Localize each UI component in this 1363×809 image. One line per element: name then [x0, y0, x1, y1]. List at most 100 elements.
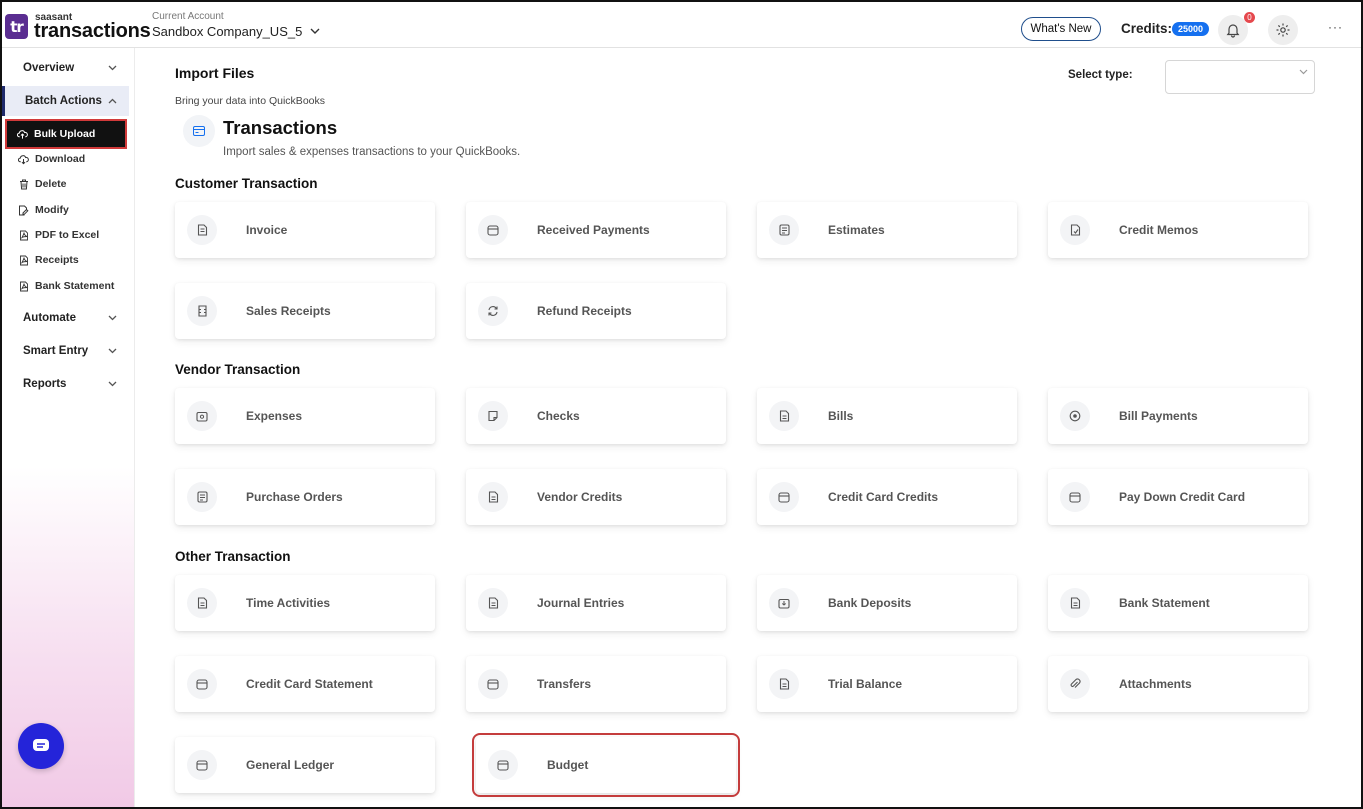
- card-label: Bank Deposits: [828, 596, 912, 610]
- select-type-label: Select type:: [1068, 69, 1133, 81]
- card-invoice[interactable]: Invoice: [175, 202, 435, 258]
- card-label: Budget: [547, 758, 589, 772]
- card-label: Time Activities: [246, 596, 331, 610]
- receipt-icon: [187, 296, 217, 326]
- card-label: Bank Statement: [1119, 596, 1210, 610]
- credits-badge: 25000: [1172, 22, 1210, 36]
- sidebar-item-delete[interactable]: Delete: [18, 174, 67, 194]
- account-selector[interactable]: Sandbox Company_US_5: [152, 24, 320, 39]
- document-icon: [187, 215, 217, 245]
- card-label: Pay Down Credit Card: [1119, 490, 1246, 504]
- trash-icon: [18, 179, 29, 190]
- card-label: Journal Entries: [537, 596, 625, 610]
- current-account-label: Current Account: [152, 11, 224, 22]
- sidebar-item-bank-statement[interactable]: Bank Statement: [18, 276, 114, 296]
- card-label: Transfers: [537, 677, 592, 691]
- sidebar-group-overview[interactable]: Overview: [2, 53, 129, 83]
- select-type-dropdown[interactable]: [1165, 60, 1315, 94]
- chevron-down-icon: [1299, 67, 1308, 77]
- card-attachments[interactable]: Attachments: [1048, 656, 1308, 712]
- list-icon: [769, 215, 799, 245]
- bank-statement-icon: [18, 281, 29, 292]
- transactions-description: Import sales & expenses transactions to …: [223, 146, 521, 158]
- card-credit-card-statement[interactable]: Credit Card Statement: [175, 656, 435, 712]
- card-expenses[interactable]: Expenses: [175, 388, 435, 444]
- chat-button[interactable]: [18, 723, 64, 769]
- coin-icon: [1060, 401, 1090, 431]
- card-credit-card-credits[interactable]: Credit Card Credits: [757, 469, 1017, 525]
- page-title: Import Files: [175, 65, 255, 81]
- card-general-ledger[interactable]: General Ledger: [175, 737, 435, 793]
- gear-icon: [1276, 23, 1290, 37]
- chevron-down-icon: [108, 379, 117, 389]
- budget-icon: [488, 750, 518, 780]
- credits-label: Credits:: [1121, 21, 1173, 36]
- receipt-icon: [18, 255, 29, 266]
- section-title-customer: Customer Transaction: [175, 176, 318, 191]
- section-heading-transactions: Transactions: [223, 117, 338, 138]
- sidebar: Overview Batch Actions Bulk Upload Downl…: [2, 48, 135, 807]
- check-note-icon: [478, 401, 508, 431]
- card-bills[interactable]: Bills: [757, 388, 1017, 444]
- card-label: Expenses: [246, 409, 303, 423]
- deposit-icon: [769, 588, 799, 618]
- top-header: tr saasant transactions Current Account …: [2, 2, 1361, 48]
- chevron-down-icon: [108, 313, 117, 323]
- journal-icon: [478, 588, 508, 618]
- card-label: Received Payments: [537, 223, 650, 237]
- card-sales-receipts[interactable]: Sales Receipts: [175, 283, 435, 339]
- card-label: General Ledger: [246, 758, 335, 772]
- card-credit-memos[interactable]: Credit Memos: [1048, 202, 1308, 258]
- card-label: Invoice: [246, 223, 288, 237]
- credit-card-icon: [1060, 482, 1090, 512]
- transfer-icon: [478, 669, 508, 699]
- card-time-activities[interactable]: Time Activities: [175, 575, 435, 631]
- logo-brand-name: transactions: [34, 20, 151, 42]
- pdf-icon: [18, 230, 29, 241]
- card-vendor-credits[interactable]: Vendor Credits: [466, 469, 726, 525]
- sidebar-item-modify[interactable]: Modify: [18, 200, 69, 220]
- sidebar-group-label: Smart Entry: [23, 345, 89, 357]
- card-label: Credit Card Statement: [246, 677, 373, 691]
- sidebar-group-batch-actions[interactable]: Batch Actions: [2, 86, 129, 116]
- card-label: Estimates: [828, 223, 885, 237]
- card-trial-balance[interactable]: Trial Balance: [757, 656, 1017, 712]
- card-estimates[interactable]: Estimates: [757, 202, 1017, 258]
- card-refund-receipts[interactable]: Refund Receipts: [466, 283, 726, 339]
- sidebar-group-smart-entry[interactable]: Smart Entry: [2, 336, 129, 366]
- sidebar-item-receipts[interactable]: Receipts: [18, 250, 79, 270]
- settings-button[interactable]: [1268, 15, 1298, 45]
- edit-file-icon: [18, 205, 29, 216]
- sidebar-item-download[interactable]: Download: [18, 149, 85, 169]
- sidebar-item-pdf-to-excel[interactable]: PDF to Excel: [18, 225, 99, 245]
- refresh-icon: [478, 296, 508, 326]
- credit-note-icon: [478, 482, 508, 512]
- card-bank-deposits[interactable]: Bank Deposits: [757, 575, 1017, 631]
- sidebar-group-reports[interactable]: Reports: [2, 369, 129, 399]
- sidebar-group-automate[interactable]: Automate: [2, 303, 129, 333]
- card-bank-statement[interactable]: Bank Statement: [1048, 575, 1308, 631]
- sidebar-item-label: PDF to Excel: [35, 229, 100, 241]
- card-label: Purchase Orders: [246, 490, 343, 504]
- card-purchase-orders[interactable]: Purchase Orders: [175, 469, 435, 525]
- statement-icon: [1060, 588, 1090, 618]
- card-label: Credit Memos: [1119, 223, 1199, 237]
- chevron-down-icon: [108, 346, 117, 356]
- app-window: tr saasant transactions Current Account …: [0, 0, 1363, 809]
- whats-new-button[interactable]: What's New: [1021, 17, 1101, 41]
- card-transfers[interactable]: Transfers: [466, 656, 726, 712]
- card-budget[interactable]: Budget: [472, 733, 740, 797]
- sidebar-group-label: Batch Actions: [25, 95, 102, 107]
- more-menu-button[interactable]: ···: [1328, 20, 1343, 34]
- card-pay-down-credit-card[interactable]: Pay Down Credit Card: [1048, 469, 1308, 525]
- sidebar-group-label: Overview: [23, 62, 75, 74]
- card-label: Bill Payments: [1119, 409, 1198, 423]
- card-received-payments[interactable]: Received Payments: [466, 202, 726, 258]
- purchase-order-icon: [187, 482, 217, 512]
- card-journal-entries[interactable]: Journal Entries: [466, 575, 726, 631]
- sidebar-group-label: Automate: [23, 312, 77, 324]
- card-checks[interactable]: Checks: [466, 388, 726, 444]
- sidebar-item-bulk-upload[interactable]: Bulk Upload: [5, 119, 127, 149]
- ledger-icon: [187, 750, 217, 780]
- card-bill-payments[interactable]: Bill Payments: [1048, 388, 1308, 444]
